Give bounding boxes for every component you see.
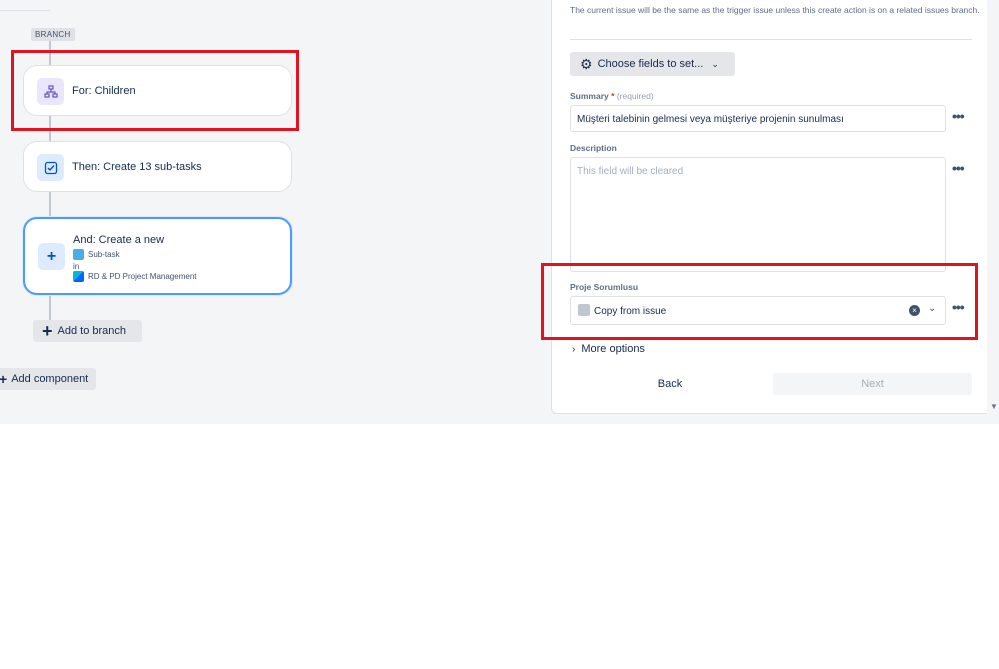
issue-type-label: Sub-task — [88, 250, 120, 259]
gear-icon: ⚙ — [580, 55, 593, 72]
choose-fields-label: Choose fields to set... — [597, 58, 704, 70]
project-label: RD & PD Project Management — [88, 272, 197, 281]
add-component-button[interactable]: + Add component — [0, 368, 96, 390]
project-row: RD & PD Project Management — [73, 271, 197, 282]
next-button[interactable]: Next — [773, 373, 972, 395]
plus-icon: + — [38, 243, 65, 270]
chevron-down-icon: ⌄ — [711, 58, 719, 69]
description-more-icon[interactable]: ••• — [952, 160, 965, 176]
summary-input[interactable]: Müşteri talebinin gelmesi veya müşteriye… — [570, 105, 946, 132]
summary-label: Summary * (required) — [570, 91, 654, 101]
info-text: The current issue will be the same as th… — [570, 5, 980, 15]
automation-editor: BRANCH For: Children Then: Create 13 sub… — [0, 0, 999, 424]
back-button[interactable]: Back — [622, 373, 718, 395]
summary-value: Müşteri talebinin gelmesi veya müşteriye… — [577, 114, 844, 125]
description-label: Description — [570, 143, 617, 153]
checkbox-icon — [37, 154, 64, 181]
description-placeholder: This field will be cleared — [577, 166, 684, 177]
add-component-label: Add component — [11, 373, 89, 385]
add-to-branch-label: Add to branch — [57, 325, 127, 337]
subtask-icon — [73, 249, 84, 260]
divider — [570, 39, 972, 40]
scrollbar[interactable] — [987, 0, 999, 414]
branch-connector — [49, 294, 51, 320]
branch-connector — [49, 192, 51, 218]
card-title: And: Create a new — [73, 234, 165, 246]
highlight-box — [541, 263, 978, 340]
in-row: in — [73, 262, 79, 271]
summary-more-icon[interactable]: ••• — [952, 108, 965, 124]
project-avatar-icon — [73, 271, 84, 282]
more-options-toggle[interactable]: › More options — [572, 343, 645, 355]
issue-type-row: Sub-task — [73, 249, 120, 260]
plus-icon: + — [0, 371, 8, 387]
required-mark: * — [611, 91, 615, 101]
then-create-subtasks-card[interactable]: Then: Create 13 sub-tasks — [23, 141, 292, 192]
config-panel: The current issue will be the same as th… — [551, 0, 991, 414]
more-options-label: More options — [581, 343, 645, 355]
chevron-right-icon: › — [572, 343, 576, 355]
description-textarea[interactable]: This field will be cleared — [570, 157, 946, 272]
and-create-new-card[interactable]: + And: Create a new Sub-task in RD & PD … — [23, 217, 292, 295]
scroll-down-arrow-icon[interactable]: ▼ — [990, 402, 998, 411]
card-title: Then: Create 13 sub-tasks — [72, 161, 202, 173]
add-to-branch-button[interactable]: + Add to branch — [33, 320, 142, 342]
summary-label-text: Summary — [570, 91, 609, 101]
highlight-box — [11, 50, 299, 131]
branch-tag: BRANCH — [31, 28, 75, 41]
in-label: in — [73, 262, 80, 271]
required-hint: (required) — [616, 91, 654, 101]
plus-icon: + — [42, 321, 53, 341]
choose-fields-button[interactable]: ⚙ Choose fields to set... ⌄ — [570, 52, 735, 76]
